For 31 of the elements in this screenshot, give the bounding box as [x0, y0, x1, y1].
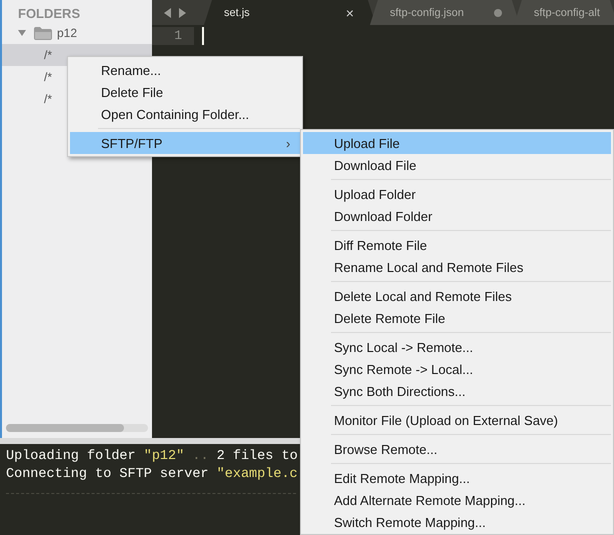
- scrollbar[interactable]: [6, 424, 148, 432]
- menu-item[interactable]: Upload Folder: [303, 183, 611, 205]
- menu-item[interactable]: Browse Remote...: [303, 438, 611, 460]
- collapse-arrow-icon: [18, 30, 26, 36]
- close-button[interactable]: ×: [346, 4, 354, 20]
- tab-navigation-icon: [164, 8, 186, 18]
- menu-item[interactable]: Edit Remote Mapping...: [303, 467, 611, 489]
- console-line: Uploading folder "p12" .. 2 files to: [6, 448, 298, 466]
- sidebar-header: FOLDERS: [17, 5, 82, 22]
- menu-item[interactable]: Sync Local -> Remote...: [303, 336, 611, 358]
- menu-item[interactable]: Add Alternate Remote Mapping...: [303, 489, 611, 511]
- menu-item[interactable]: Sync Both Directions...: [303, 380, 611, 402]
- menu-item[interactable]: Download Folder: [303, 205, 611, 227]
- menu-item[interactable]: Delete File: [70, 81, 300, 103]
- menu-item[interactable]: Download File: [303, 154, 611, 176]
- menu-item[interactable]: Switch Remote Mapping...: [303, 511, 611, 533]
- menu-item[interactable]: Diff Remote File: [303, 234, 611, 256]
- line-number: 1: [152, 27, 194, 45]
- console-line: Connecting to SFTP server "example.c: [6, 466, 298, 484]
- menu-item[interactable]: Delete Local and Remote Files: [303, 285, 611, 307]
- menu-item[interactable]: Sync Remote -> Local...: [303, 358, 611, 380]
- folder-icon: [34, 26, 52, 40]
- menu-item[interactable]: Rename Local and Remote Files: [303, 256, 611, 278]
- menu-item[interactable]: Open Containing Folder...: [70, 103, 300, 125]
- menu-item[interactable]: SFTP/FTP ›: [70, 132, 300, 154]
- tree-item[interactable]: p12: [2, 22, 152, 44]
- menu-item[interactable]: Monitor File (Upload on External Save): [303, 409, 611, 431]
- menu-item[interactable]: Delete Remote File: [303, 307, 611, 329]
- text-cursor: [202, 27, 204, 45]
- menu-item[interactable]: Upload File: [303, 132, 611, 154]
- submenu-arrow: ›: [286, 136, 292, 150]
